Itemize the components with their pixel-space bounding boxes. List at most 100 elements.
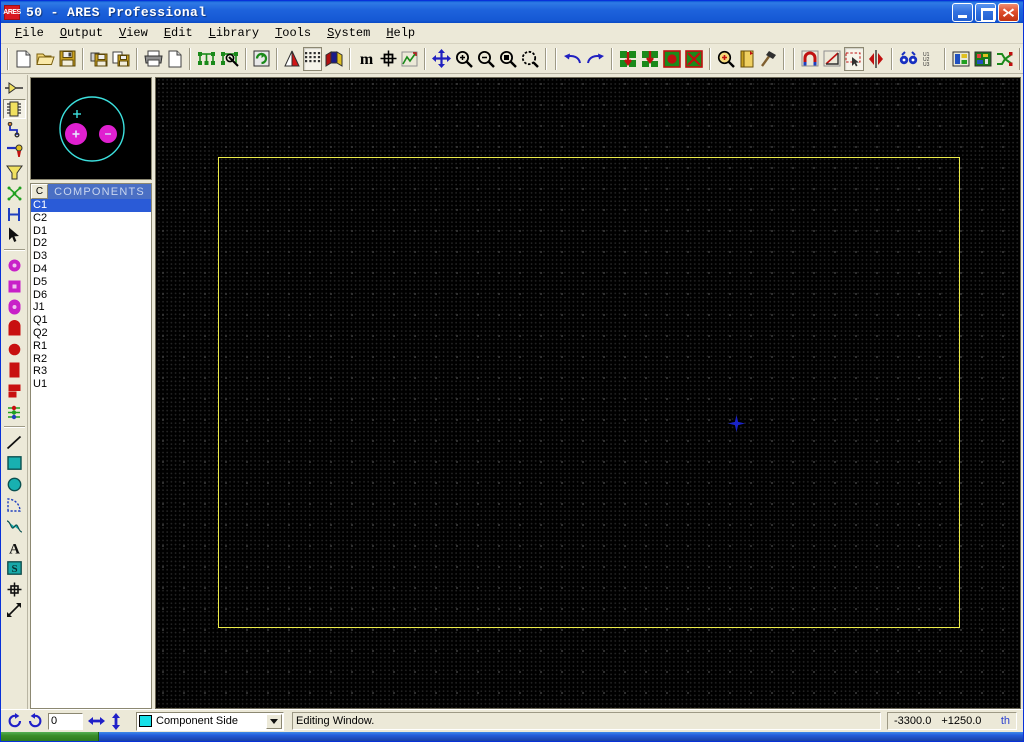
circular-smt-pad-icon[interactable]: [3, 339, 26, 359]
component-list-item[interactable]: D1: [31, 225, 151, 238]
component-list-item[interactable]: C2: [31, 212, 151, 225]
layer-colors-icon[interactable]: [324, 47, 344, 71]
mirror-horizontal-icon[interactable]: [86, 712, 106, 731]
dimension-tool-icon[interactable]: [3, 600, 26, 620]
box-tool-icon[interactable]: [3, 453, 26, 473]
dil-pad-icon[interactable]: [3, 297, 26, 317]
delete-block-icon[interactable]: [684, 47, 704, 71]
netlist-icon[interactable]: [196, 47, 217, 71]
rotate-clockwise-icon[interactable]: [5, 712, 25, 731]
layer-stack-icon[interactable]: U1 U2 U3: [921, 47, 939, 71]
3d-view-icon[interactable]: [951, 47, 971, 71]
menu-output[interactable]: Output: [52, 24, 111, 42]
component-list-item[interactable]: R2: [31, 353, 151, 366]
refresh-redraw-icon[interactable]: [252, 47, 271, 71]
canvas-surface[interactable]: [156, 78, 1020, 708]
send-to-back-icon[interactable]: [618, 47, 638, 71]
component-list[interactable]: C1 C2 D1 D2 D3 D4 D5 D6 J1 Q1 Q2 R1 R2 R3 U1: [31, 199, 151, 708]
component-list-item[interactable]: R1: [31, 340, 151, 353]
import-layout-icon[interactable]: [111, 47, 131, 71]
component-list-item[interactable]: J1: [31, 301, 151, 314]
flip-board-icon[interactable]: [283, 47, 301, 71]
editing-canvas[interactable]: [155, 77, 1021, 709]
selection-mode-icon[interactable]: [3, 78, 26, 98]
marker-tool-icon[interactable]: [3, 579, 26, 599]
component-list-item[interactable]: D6: [31, 289, 151, 302]
square-pad-icon[interactable]: [3, 276, 26, 296]
path-tool-icon[interactable]: [3, 516, 26, 536]
grid-toggle-icon[interactable]: [303, 46, 322, 71]
board-edge-outline[interactable]: [218, 157, 960, 628]
start-button[interactable]: [1, 732, 99, 741]
component-mode-icon[interactable]: [2, 99, 26, 119]
component-list-item[interactable]: D3: [31, 250, 151, 263]
circle-tool-icon[interactable]: [3, 474, 26, 494]
undo-icon[interactable]: [562, 47, 583, 71]
chevron-down-icon[interactable]: [266, 713, 282, 729]
ratsnest-mode-icon[interactable]: [3, 204, 26, 224]
netlist-load-icon[interactable]: [219, 47, 240, 71]
gerber-export-icon[interactable]: [995, 47, 1014, 71]
rotate-counterclockwise-icon[interactable]: [25, 712, 45, 731]
object-pick-button[interactable]: C: [31, 184, 48, 199]
find-component-icon[interactable]: [898, 47, 919, 71]
package-mode-icon[interactable]: [3, 120, 26, 140]
track-mode-icon[interactable]: [3, 141, 26, 161]
ratsnest-icon[interactable]: [400, 47, 419, 71]
text-tool-icon[interactable]: A: [3, 537, 26, 557]
mirror-icon[interactable]: [866, 47, 886, 71]
component-list-item[interactable]: D2: [31, 237, 151, 250]
save-layout-icon[interactable]: [89, 47, 109, 71]
menu-edit[interactable]: Edit: [156, 24, 201, 42]
zone-mode-icon[interactable]: [3, 183, 26, 203]
zoom-in-icon[interactable]: [454, 47, 474, 71]
select-box-icon[interactable]: [844, 46, 864, 71]
component-list-item[interactable]: U1: [31, 378, 151, 391]
report-icon[interactable]: [738, 47, 757, 71]
arc-tool-icon[interactable]: [3, 495, 26, 515]
pan-icon[interactable]: [431, 47, 452, 71]
save-disk-icon[interactable]: [58, 47, 77, 71]
mirror-vertical-icon[interactable]: [106, 712, 126, 731]
print-area-icon[interactable]: [166, 47, 184, 71]
component-list-item[interactable]: R3: [31, 365, 151, 378]
menu-library[interactable]: Library: [201, 24, 267, 42]
layer-selector[interactable]: Component Side: [136, 711, 284, 731]
maximize-button[interactable]: [975, 2, 996, 22]
component-list-item[interactable]: D4: [31, 263, 151, 276]
component-list-item[interactable]: C1: [31, 199, 151, 212]
via-mode-icon[interactable]: [3, 162, 26, 182]
autoroute-icon[interactable]: [759, 47, 778, 71]
new-file-icon[interactable]: [14, 47, 33, 71]
zoom-area-icon[interactable]: [498, 47, 518, 71]
edge-pad-icon[interactable]: [3, 318, 26, 338]
copy-block-icon[interactable]: [662, 47, 682, 71]
pad-stack-icon[interactable]: [3, 402, 26, 422]
minimize-button[interactable]: [952, 2, 973, 22]
rotation-input[interactable]: 0: [48, 712, 83, 730]
menu-help[interactable]: Help: [378, 24, 423, 42]
visualize-icon[interactable]: [973, 47, 993, 71]
pointer-icon[interactable]: [3, 225, 26, 245]
rect-smt-pad-icon[interactable]: [3, 360, 26, 380]
print-icon[interactable]: [143, 47, 164, 71]
component-list-item[interactable]: Q1: [31, 314, 151, 327]
bring-to-front-icon[interactable]: [640, 47, 660, 71]
origin-icon[interactable]: [379, 47, 398, 71]
component-list-item[interactable]: Q2: [31, 327, 151, 340]
menu-tools[interactable]: Tools: [267, 24, 319, 42]
zoom-out-icon[interactable]: [476, 47, 496, 71]
polygonal-pad-icon[interactable]: [3, 381, 26, 401]
zoom-all-icon[interactable]: [520, 47, 540, 71]
menu-file[interactable]: File: [7, 24, 52, 42]
design-rule-check-icon[interactable]: [716, 47, 736, 71]
snap-magnet-icon[interactable]: [800, 47, 820, 71]
metric-units-icon[interactable]: m: [356, 47, 377, 71]
close-button[interactable]: [998, 2, 1019, 22]
line-tool-icon[interactable]: [3, 432, 26, 452]
component-list-item[interactable]: D5: [31, 276, 151, 289]
redo-icon[interactable]: [585, 47, 606, 71]
menu-system[interactable]: System: [319, 24, 378, 42]
menu-view[interactable]: View: [111, 24, 156, 42]
open-folder-icon[interactable]: [35, 47, 56, 71]
